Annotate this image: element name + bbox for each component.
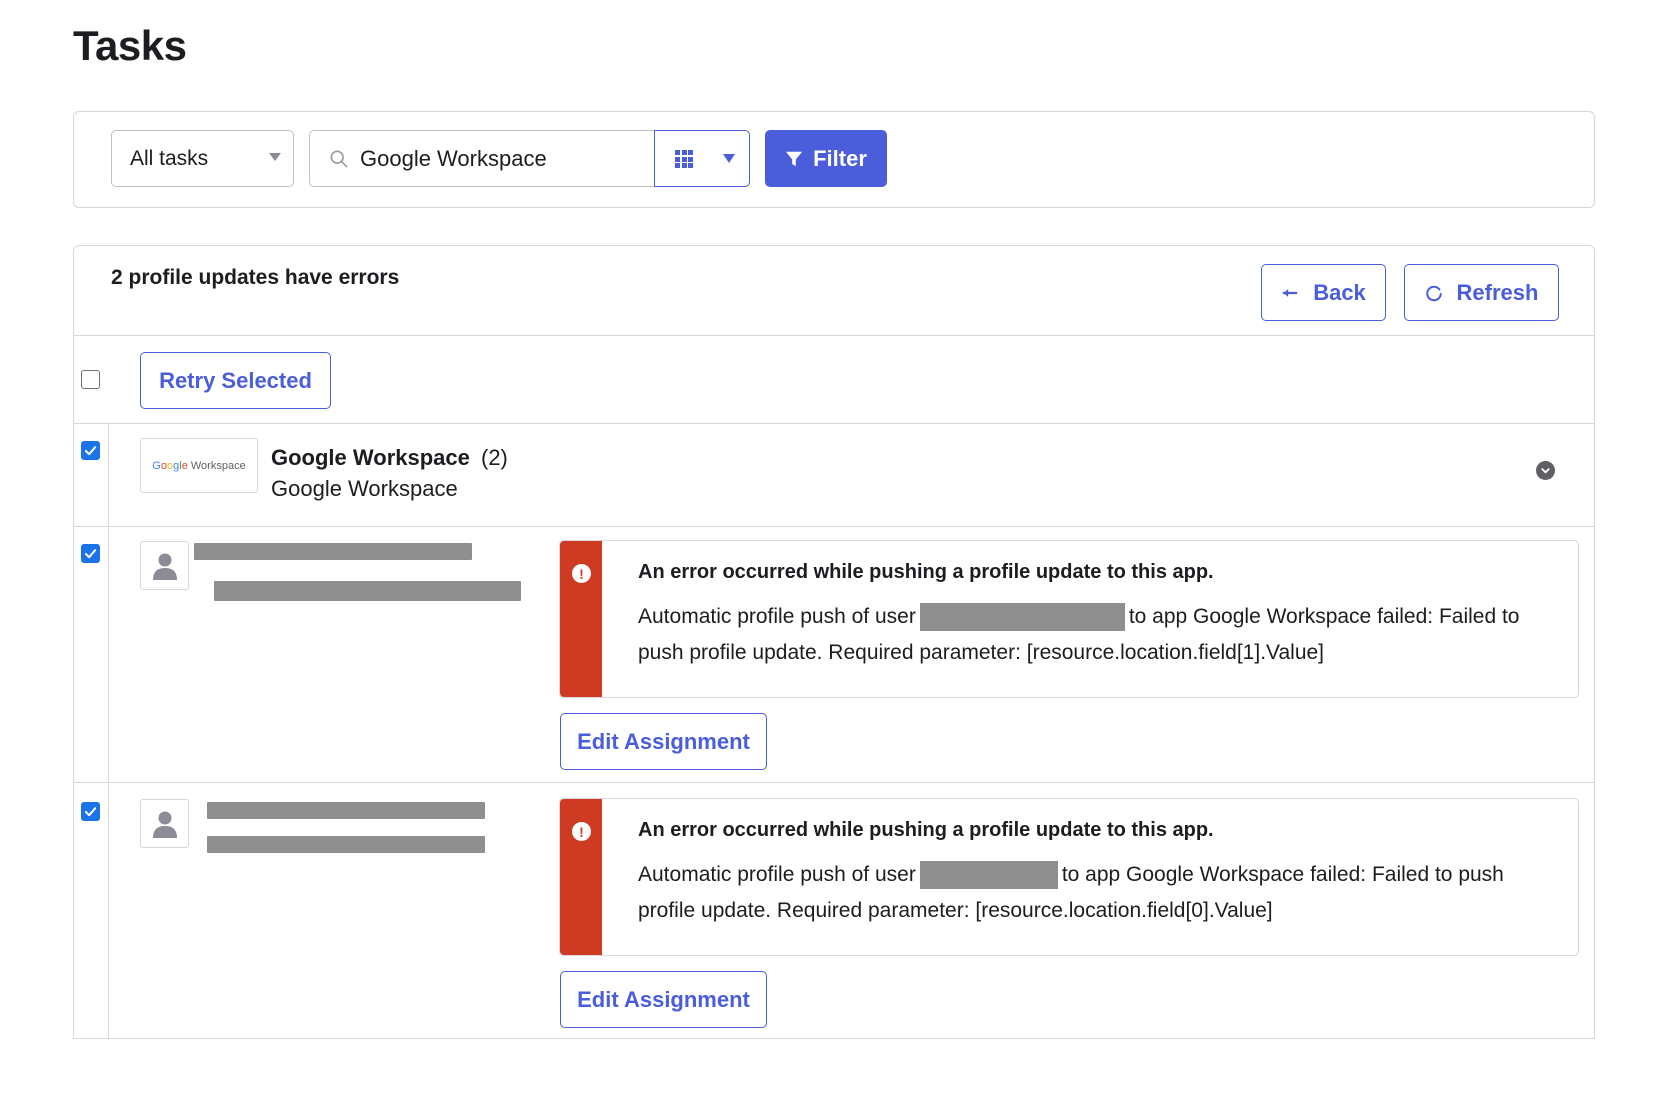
filter-icon: [785, 151, 803, 166]
error-title: An error occurred while pushing a profil…: [638, 561, 1214, 583]
edit-assignment-button[interactable]: Edit Assignment: [560, 971, 767, 1028]
user-avatar: [140, 541, 189, 590]
error-callout: ! An error occurred while pushing a prof…: [559, 798, 1579, 956]
user-avatar: [140, 799, 189, 848]
error-icon: !: [572, 822, 591, 841]
app-instance-name: Google Workspace: [271, 476, 458, 501]
caret-down-icon: [269, 153, 281, 161]
retry-selected-button[interactable]: Retry Selected: [140, 352, 331, 409]
google-workspace-logo: Google Workspace: [140, 438, 258, 493]
search-input-value: Google Workspace: [360, 145, 547, 171]
redacted-user-email: [214, 581, 521, 601]
task-results-panel: 2 profile updates have errors Back Refre…: [73, 245, 1595, 1040]
search-input[interactable]: Google Workspace: [309, 130, 655, 187]
task-checkbox[interactable]: [81, 802, 100, 821]
task-checkbox[interactable]: [81, 544, 100, 563]
refresh-button[interactable]: Refresh: [1404, 264, 1559, 321]
divider: [74, 526, 1594, 527]
error-message: Automatic profile push of user to app Goo…: [638, 861, 1504, 922]
refresh-button-label: Refresh: [1456, 279, 1539, 305]
grid-icon: [675, 150, 693, 168]
view-mode-dropdown[interactable]: [654, 130, 750, 187]
task-type-select-value: All tasks: [130, 146, 209, 170]
filter-button-label: Filter: [813, 145, 867, 171]
back-button-label: Back: [1313, 279, 1366, 305]
refresh-icon: [1425, 285, 1442, 301]
task-type-select[interactable]: All tasks: [111, 130, 294, 187]
checkbox-column-divider: [108, 423, 109, 1040]
app-group-checkbox[interactable]: [81, 441, 100, 460]
redacted-user-name: [207, 802, 485, 819]
back-button[interactable]: Back: [1261, 264, 1386, 321]
redacted-user-name: [194, 543, 472, 560]
divider: [74, 423, 1594, 424]
select-all-checkbox[interactable]: [81, 370, 100, 389]
error-summary: 2 profile updates have errors: [111, 266, 400, 289]
chevron-down-icon[interactable]: [1536, 461, 1555, 480]
caret-down-icon: [723, 154, 735, 163]
user-icon: [152, 553, 177, 580]
divider: [74, 782, 1594, 783]
error-callout: ! An error occurred while pushing a prof…: [559, 540, 1579, 698]
task-toolbar: All tasks Google Workspace Filter: [73, 111, 1595, 208]
filter-button[interactable]: Filter: [765, 130, 887, 187]
search-icon: [330, 150, 348, 168]
edit-assignment-button[interactable]: Edit Assignment: [560, 713, 767, 770]
error-message: Automatic profile push of user to app Goo…: [638, 603, 1520, 664]
edit-assignment-label: Edit Assignment: [577, 728, 750, 754]
error-icon: !: [572, 564, 591, 583]
retry-selected-label: Retry Selected: [159, 367, 312, 393]
arrow-left-icon: [1282, 288, 1298, 297]
divider: [74, 335, 1594, 336]
redacted-user: [919, 603, 1125, 632]
app-task-count: (2): [481, 445, 508, 470]
app-name: Google Workspace: [271, 445, 470, 470]
page-title: Tasks: [73, 22, 187, 69]
user-icon: [152, 811, 177, 838]
redacted-user: [919, 861, 1058, 890]
redacted-user-email: [207, 836, 485, 853]
edit-assignment-label: Edit Assignment: [577, 986, 750, 1012]
error-title: An error occurred while pushing a profil…: [638, 819, 1214, 841]
